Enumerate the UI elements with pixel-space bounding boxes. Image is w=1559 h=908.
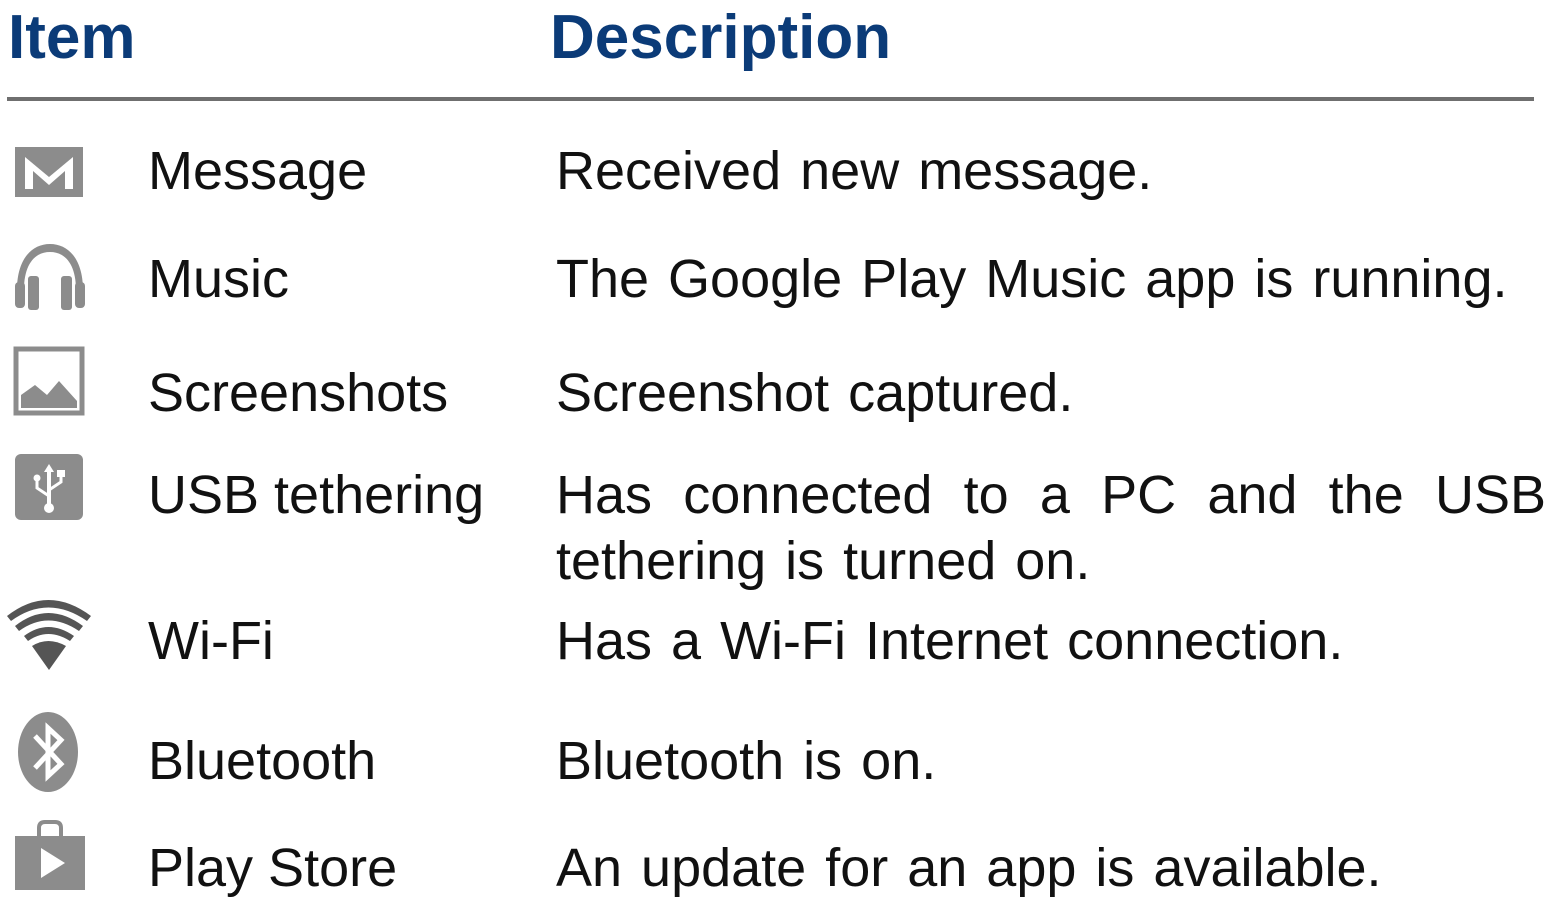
table-header: Item Description	[0, 0, 1559, 100]
headphones-icon	[5, 238, 95, 328]
item-description: Has a Wi-Fi Internet connection.	[556, 611, 1344, 671]
usb-icon	[5, 452, 95, 542]
item-description: Bluetooth is on.	[556, 731, 937, 791]
item-description: Screenshot captured.	[556, 363, 1074, 423]
picture-icon	[5, 345, 95, 435]
item-column-heading: Item	[8, 3, 136, 72]
item-description: An update for an app is available.	[556, 838, 1382, 898]
play-store-icon	[5, 818, 95, 908]
description-column-heading: Description	[550, 3, 892, 72]
item-label: Music	[148, 249, 290, 309]
item-label: Wi-Fi	[148, 611, 274, 671]
item-label: Screenshots	[148, 363, 449, 423]
header-divider	[7, 97, 1534, 101]
bluetooth-icon	[5, 708, 95, 798]
item-label: USB tethering	[148, 465, 485, 525]
item-description: The Google Play Music app is running.	[556, 249, 1508, 309]
envelope-icon	[5, 135, 95, 225]
item-label: Play Store	[148, 838, 398, 898]
item-description: Received new message.	[556, 141, 1153, 201]
item-description: Has connected to a PC and the USB tether…	[556, 465, 1546, 591]
item-label: Message	[148, 141, 368, 201]
wifi-icon	[5, 598, 95, 688]
item-label: Bluetooth	[148, 731, 377, 791]
